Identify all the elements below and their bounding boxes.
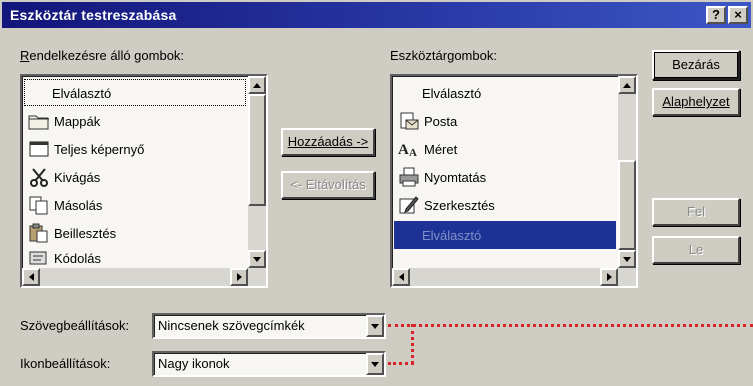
list-item-available-fullscreen[interactable]: Teljes képernyő [28,135,144,163]
scroll-left-button[interactable] [392,268,410,286]
arrow-right-icon [606,273,612,281]
list-item-toolbar-separator-selected[interactable]: Elválasztó [394,221,616,249]
callout-line [411,324,414,364]
svg-text:A: A [398,142,409,158]
icon-options-label: Ikonbeállítások: [20,356,111,371]
list-item-available-encoding[interactable]: Kódolás [28,247,101,269]
list-item-toolbar-mail[interactable]: Posta [398,107,457,135]
toolbar-buttons-list[interactable]: Elválasztó Posta AA Méret Nyomtatás Szer… [390,74,638,288]
scroll-up-button[interactable] [618,76,636,94]
icon-options-value: Nagy ikonok [158,356,230,371]
list-item-available-paste[interactable]: Beillesztés [28,219,116,247]
list-item-label: Szerkesztés [424,197,495,213]
list-item-label: Posta [424,113,458,129]
callout-line [388,324,753,327]
paste-icon [28,223,50,243]
list-item-label: Elválasztó [422,85,482,101]
edit-icon [398,195,420,215]
remove-button[interactable]: <- Eltávolítás [281,171,375,199]
list-item-label: Kivágás [54,169,101,185]
available-list-hscrollbar[interactable] [22,268,266,286]
scroll-left-button[interactable] [22,268,40,286]
arrow-right-icon [236,273,242,281]
scroll-right-button[interactable] [600,268,618,286]
text-options-value: Nincsenek szövegcímkék [158,318,305,333]
toolbar-buttons-label: Eszköztárgombok: [390,48,497,63]
list-item-label: Méret [424,141,458,157]
scroll-thumb[interactable] [248,94,266,206]
text-options-label: Szövegbeállítások: [20,318,130,333]
scroll-down-button[interactable] [248,250,266,268]
list-item-available-folders[interactable]: Mappák [28,107,100,135]
folders-icon [28,111,50,131]
close-window-button[interactable]: × [728,6,748,24]
scroll-down-button[interactable] [618,250,636,268]
move-up-button-label: Fel [686,204,706,219]
dropdown-button[interactable] [366,353,384,375]
reset-button[interactable]: Alaphelyzet [652,88,740,116]
arrow-left-icon [398,273,404,281]
close-button[interactable]: Bezárás [652,50,740,80]
help-button[interactable]: ? [706,6,726,24]
title-bar: Eszköztár testreszabása ? × [2,2,751,28]
add-button-label: Hozzáadás -> [287,134,369,149]
list-item-label: Nyomtatás [424,169,487,185]
arrow-down-icon [253,256,261,262]
font-size-icon: AA [398,139,420,159]
list-item-available-cut[interactable]: Kivágás [28,163,100,191]
list-item-label: Elválasztó [52,85,112,101]
list-item-label: Kódolás [54,250,101,266]
chevron-down-icon [371,361,379,367]
callout-line [388,362,414,365]
list-item-label: Mappák [54,113,101,129]
copy-icon [28,195,50,215]
list-item-toolbar-size[interactable]: AA Méret [398,135,457,163]
add-button[interactable]: Hozzáadás -> [281,128,375,156]
list-item-toolbar-separator[interactable]: Elválasztó [422,79,481,107]
arrow-left-icon [28,273,34,281]
chevron-down-icon [371,323,379,329]
mail-icon [398,111,420,131]
icon-options-select[interactable]: Nagy ikonok [152,351,386,377]
scroll-thumb[interactable] [618,160,636,250]
list-item-label: Teljes képernyő [54,141,145,157]
remove-button-label: <- Eltávolítás [290,177,366,192]
fullscreen-icon [28,139,50,159]
list-item-label: Beillesztés [54,225,117,241]
move-down-button-label: Le [688,242,704,257]
printer-icon [398,167,420,187]
available-buttons-list[interactable]: Elválasztó Mappák Teljes képernyő Kivágá… [20,74,268,288]
list-item-toolbar-print[interactable]: Nyomtatás [398,163,486,191]
svg-text:A: A [409,147,417,159]
toolbar-list-vscrollbar[interactable] [618,76,636,268]
move-up-button[interactable]: Fel [652,198,740,226]
arrow-up-icon [253,82,261,88]
list-item-label: Elválasztó [422,227,482,243]
reset-button-label: Alaphelyzet [662,94,730,109]
close-button-label: Bezárás [672,57,720,72]
list-item-available-copy[interactable]: Másolás [28,191,102,219]
arrow-up-icon [623,82,631,88]
dropdown-button[interactable] [366,315,384,337]
available-list-vscrollbar[interactable] [248,76,266,268]
scroll-up-button[interactable] [248,76,266,94]
scroll-right-button[interactable] [230,268,248,286]
arrow-down-icon [623,256,631,262]
list-item-label: Másolás [54,197,103,213]
encoding-icon [28,248,50,268]
text-options-select[interactable]: Nincsenek szövegcímkék [152,313,386,339]
move-down-button[interactable]: Le [652,236,740,264]
scissors-icon [28,167,50,187]
window-title: Eszköztár testreszabása [10,7,177,23]
toolbar-list-hscrollbar[interactable] [392,268,636,286]
customize-toolbar-dialog: Eszköztár testreszabása ? × Rendelkezésr… [0,0,753,386]
list-item-available-separator[interactable]: Elválasztó [52,79,111,107]
list-item-toolbar-edit[interactable]: Szerkesztés [398,191,495,219]
available-buttons-label: Rendelkezésre álló gombok: [20,48,185,63]
